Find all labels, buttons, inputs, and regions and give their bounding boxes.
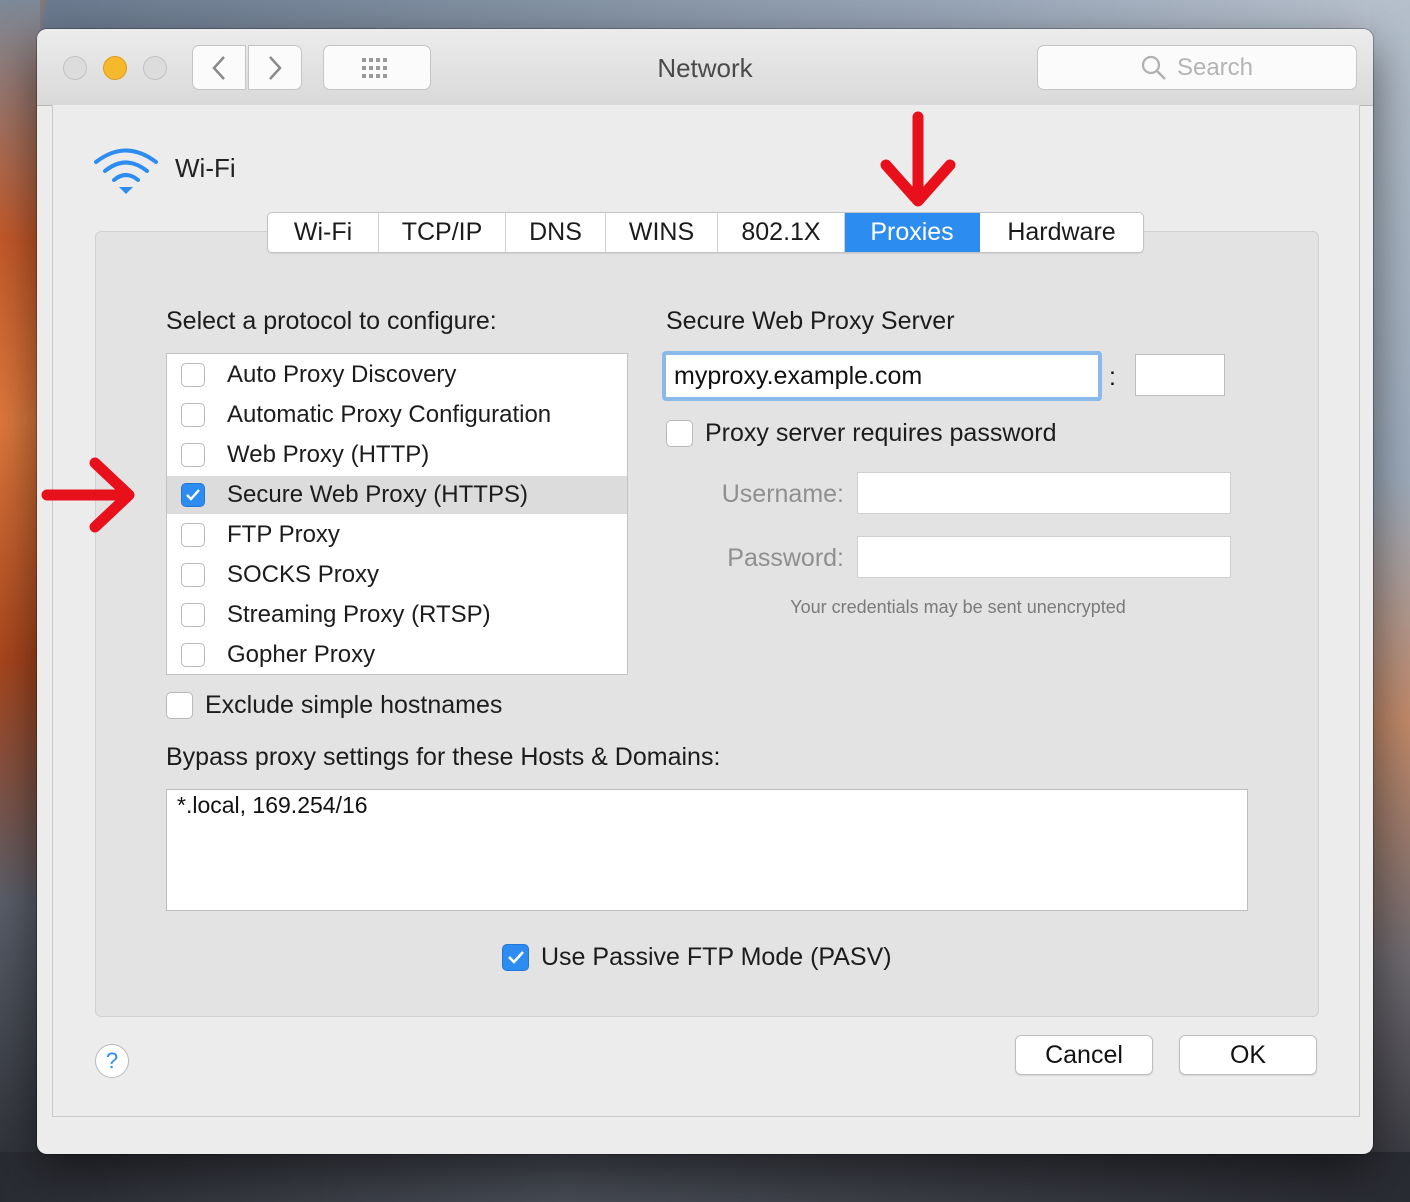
bypass-hosts-textarea[interactable]: *.local, 169.254/16 <box>166 789 1248 911</box>
interface-name: Wi-Fi <box>175 153 236 183</box>
protocol-checkbox[interactable] <box>181 523 205 547</box>
desktop-wallpaper-right <box>1370 0 1410 1202</box>
protocol-label: Automatic Proxy Configuration <box>227 401 552 428</box>
tab-hardware[interactable]: Hardware <box>980 213 1143 252</box>
tab-tcpip[interactable]: TCP/IP <box>379 213 506 252</box>
passive-ftp-checkbox[interactable] <box>502 944 529 971</box>
exclude-simple-checkbox[interactable] <box>166 692 193 719</box>
protocol-checkbox[interactable] <box>181 603 205 627</box>
proxy-server-input[interactable]: myproxy.example.com <box>662 351 1102 401</box>
protocol-label: Auto Proxy Discovery <box>227 361 457 388</box>
protocol-label: Gopher Proxy <box>227 641 376 668</box>
protocol-checkbox[interactable] <box>181 643 205 667</box>
protocol-item-auto-discovery[interactable]: Auto Proxy Discovery <box>167 356 627 394</box>
titlebar: Network Search <box>37 29 1373 106</box>
proxy-port-input[interactable] <box>1135 354 1225 396</box>
tab-wifi[interactable]: Wi-Fi <box>268 213 379 252</box>
username-label: Username: <box>721 480 844 508</box>
protocol-label: FTP Proxy <box>227 521 340 548</box>
wifi-icon <box>94 148 158 194</box>
protocol-checkbox[interactable] <box>181 483 205 507</box>
protocol-item-ftp[interactable]: FTP Proxy <box>167 516 627 554</box>
requires-password-checkbox[interactable] <box>666 420 693 447</box>
tab-bar: Wi-Fi TCP/IP DNS WINS 802.1X Proxies Har… <box>267 212 1144 253</box>
protocol-checkbox[interactable] <box>181 563 205 587</box>
annotation-arrow-down-icon <box>880 111 956 207</box>
protocol-checkbox[interactable] <box>181 443 205 467</box>
protocol-item-gopher[interactable]: Gopher Proxy <box>167 636 627 674</box>
annotation-arrow-right-icon <box>41 457 135 533</box>
protocol-checkbox[interactable] <box>181 363 205 387</box>
checkmark-icon <box>507 951 524 964</box>
desktop-wallpaper-left <box>0 0 40 1202</box>
bypass-heading: Bypass proxy settings for these Hosts & … <box>166 743 721 771</box>
protocol-item-rtsp[interactable]: Streaming Proxy (RTSP) <box>167 596 627 634</box>
proxies-sheet: Wi-Fi Wi-Fi TCP/IP DNS WINS 802.1X Proxi… <box>41 105 1360 1117</box>
password-label: Password: <box>727 544 844 572</box>
tab-8021x[interactable]: 802.1X <box>718 213 845 252</box>
cancel-button[interactable]: Cancel <box>1015 1035 1153 1075</box>
exclude-simple-label: Exclude simple hostnames <box>205 691 503 719</box>
requires-password-row[interactable]: Proxy server requires password <box>666 419 1057 448</box>
protocol-item-web-http[interactable]: Web Proxy (HTTP) <box>167 436 627 474</box>
server-heading: Secure Web Proxy Server <box>666 307 955 335</box>
requires-password-label: Proxy server requires password <box>705 419 1057 447</box>
passive-ftp-row[interactable]: Use Passive FTP Mode (PASV) <box>502 943 892 972</box>
passive-ftp-label: Use Passive FTP Mode (PASV) <box>541 943 892 971</box>
protocol-checkbox[interactable] <box>181 403 205 427</box>
protocol-list: Auto Proxy Discovery Automatic Proxy Con… <box>166 353 628 675</box>
tab-dns[interactable]: DNS <box>506 213 606 252</box>
tab-proxies[interactable]: Proxies <box>845 213 980 252</box>
port-separator: : <box>1109 363 1116 391</box>
search-field[interactable]: Search <box>1037 45 1357 90</box>
username-field[interactable] <box>857 472 1231 514</box>
credentials-warning: Your credentials may be sent unencrypted <box>790 597 1126 617</box>
ok-button[interactable]: OK <box>1179 1035 1317 1075</box>
protocol-item-auto-config[interactable]: Automatic Proxy Configuration <box>167 396 627 434</box>
help-button[interactable]: ? <box>95 1044 129 1078</box>
exclude-simple-row[interactable]: Exclude simple hostnames <box>166 691 502 720</box>
network-window: Network Search Wi-Fi Wi-Fi TCP/IP DNS WI… <box>37 29 1373 1154</box>
desktop-wallpaper-bottom <box>0 1152 1410 1202</box>
protocol-label: Streaming Proxy (RTSP) <box>227 601 491 628</box>
search-placeholder: Search <box>1176 53 1254 81</box>
checkmark-icon <box>186 489 200 501</box>
protocol-heading: Select a protocol to configure: <box>166 307 497 335</box>
protocol-label: SOCKS Proxy <box>227 561 380 588</box>
protocol-item-secure-https[interactable]: Secure Web Proxy (HTTPS) <box>167 476 627 514</box>
protocol-label: Secure Web Proxy (HTTPS) <box>227 481 528 508</box>
tab-wins[interactable]: WINS <box>606 213 718 252</box>
protocol-item-socks[interactable]: SOCKS Proxy <box>167 556 627 594</box>
protocol-label: Web Proxy (HTTP) <box>227 441 430 468</box>
search-icon <box>1141 55 1166 80</box>
password-field[interactable] <box>857 536 1231 578</box>
